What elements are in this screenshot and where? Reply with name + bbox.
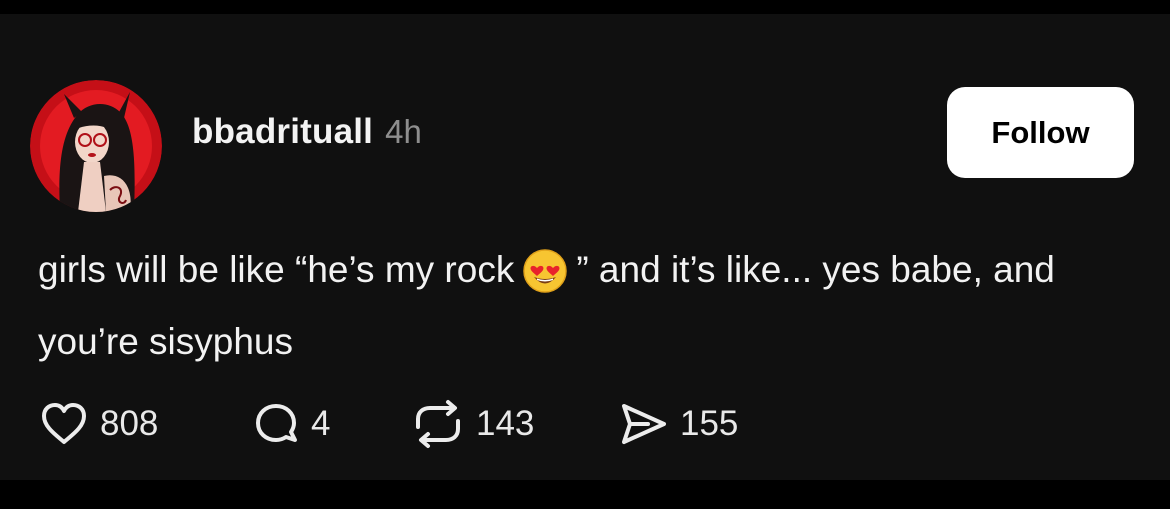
repost-count: 143: [476, 404, 535, 443]
repost-icon: [416, 400, 460, 448]
post-header: bbadrituall 4h: [192, 112, 422, 156]
post-card: bbadrituall 4h Follow girls will be like…: [0, 14, 1170, 480]
reply-button[interactable]: 4: [251, 394, 330, 454]
share-count: 155: [680, 404, 739, 443]
smiling-face-with-heart-eyes-icon: [522, 248, 568, 312]
post-text-before-emoji: girls will be like “he’s my rock: [38, 249, 515, 290]
heart-icon: [42, 403, 86, 444]
comment-bubble-icon: [256, 404, 297, 442]
avatar[interactable]: [30, 80, 162, 212]
timestamp: 4h: [385, 113, 422, 150]
like-button[interactable]: 808: [38, 394, 158, 454]
follow-button[interactable]: Follow: [947, 87, 1134, 178]
repost-button[interactable]: 143: [410, 394, 534, 454]
share-button[interactable]: 155: [618, 394, 738, 454]
username[interactable]: bbadrituall: [192, 112, 373, 152]
reply-count: 4: [311, 404, 331, 443]
action-bar: 808 4 143 155: [38, 394, 1038, 454]
send-icon: [622, 404, 666, 444]
like-count: 808: [100, 404, 159, 443]
post-text: girls will be like “he’s my rock ” and i…: [38, 240, 1138, 372]
